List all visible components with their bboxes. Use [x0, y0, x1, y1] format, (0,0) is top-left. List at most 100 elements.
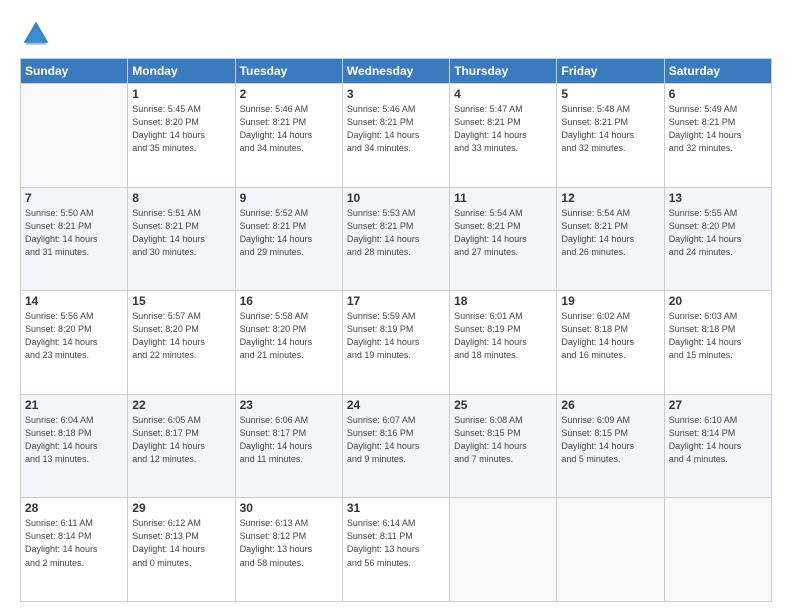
- day-info: Sunrise: 5:59 AM Sunset: 8:19 PM Dayligh…: [347, 310, 445, 362]
- calendar-cell: 22 Sunrise: 6:05 AM Sunset: 8:17 PM Dayli…: [128, 394, 235, 498]
- calendar-cell: 26 Sunrise: 6:09 AM Sunset: 8:15 PM Dayli…: [557, 394, 664, 498]
- calendar-cell: 17 Sunrise: 5:59 AM Sunset: 8:19 PM Dayli…: [342, 291, 449, 395]
- day-info: Sunrise: 5:52 AM Sunset: 8:21 PM Dayligh…: [240, 207, 338, 259]
- calendar-cell: 4 Sunrise: 5:47 AM Sunset: 8:21 PM Daylig…: [450, 84, 557, 188]
- day-number: 14: [25, 294, 123, 308]
- calendar-cell: 28Sunrise: 6:11 AM Sunset: 8:14 PM Dayli…: [21, 498, 128, 602]
- calendar-week-row-5: 28Sunrise: 6:11 AM Sunset: 8:14 PM Dayli…: [21, 498, 772, 602]
- day-info: Sunrise: 6:07 AM Sunset: 8:16 PM Dayligh…: [347, 414, 445, 466]
- calendar-cell: 5 Sunrise: 5:48 AM Sunset: 8:21 PM Daylig…: [557, 84, 664, 188]
- calendar-cell: 16 Sunrise: 5:58 AM Sunset: 8:20 PM Dayli…: [235, 291, 342, 395]
- calendar-cell: 20 Sunrise: 6:03 AM Sunset: 8:18 PM Dayli…: [664, 291, 771, 395]
- day-number: 25: [454, 398, 552, 412]
- calendar-cell: 15Sunrise: 5:57 AM Sunset: 8:20 PM Dayli…: [128, 291, 235, 395]
- day-info: Sunrise: 5:54 AM Sunset: 8:21 PM Dayligh…: [454, 207, 552, 259]
- calendar-cell: 10Sunrise: 5:53 AM Sunset: 8:21 PM Dayli…: [342, 187, 449, 291]
- day-number: 31: [347, 501, 445, 515]
- day-number: 26: [561, 398, 659, 412]
- day-info: Sunrise: 5:55 AM Sunset: 8:20 PM Dayligh…: [669, 207, 767, 259]
- day-info: Sunrise: 5:46 AM Sunset: 8:21 PM Dayligh…: [347, 103, 445, 155]
- calendar-cell: 12 Sunrise: 5:54 AM Sunset: 8:21 PM Dayli…: [557, 187, 664, 291]
- day-number: 3: [347, 87, 445, 101]
- day-number: 12: [561, 191, 659, 205]
- day-number: 4: [454, 87, 552, 101]
- day-number: 5: [561, 87, 659, 101]
- day-number: 13: [669, 191, 767, 205]
- calendar-week-row-1: 1 Sunrise: 5:45 AM Sunset: 8:20 PM Daylig…: [21, 84, 772, 188]
- day-number: 2: [240, 87, 338, 101]
- day-number: 28: [25, 501, 123, 515]
- weekday-header-thursday: Thursday: [450, 59, 557, 84]
- day-info: Sunrise: 6:06 AM Sunset: 8:17 PM Dayligh…: [240, 414, 338, 466]
- calendar-cell: 21 Sunrise: 6:04 AM Sunset: 8:18 PM Dayli…: [21, 394, 128, 498]
- weekday-header-saturday: Saturday: [664, 59, 771, 84]
- day-info: Sunrise: 6:05 AM Sunset: 8:17 PM Dayligh…: [132, 414, 230, 466]
- weekday-header-friday: Friday: [557, 59, 664, 84]
- day-info: Sunrise: 6:03 AM Sunset: 8:18 PM Dayligh…: [669, 310, 767, 362]
- day-info: Sunrise: 6:04 AM Sunset: 8:18 PM Dayligh…: [25, 414, 123, 466]
- calendar-cell: 6 Sunrise: 5:49 AM Sunset: 8:21 PM Daylig…: [664, 84, 771, 188]
- calendar-cell: [664, 498, 771, 602]
- calendar-cell: 23 Sunrise: 6:06 AM Sunset: 8:17 PM Dayli…: [235, 394, 342, 498]
- calendar-cell: 8Sunrise: 5:51 AM Sunset: 8:21 PM Daylig…: [128, 187, 235, 291]
- day-info: Sunrise: 6:02 AM Sunset: 8:18 PM Dayligh…: [561, 310, 659, 362]
- calendar-cell: 1 Sunrise: 5:45 AM Sunset: 8:20 PM Daylig…: [128, 84, 235, 188]
- calendar-cell: [557, 498, 664, 602]
- day-info: Sunrise: 6:01 AM Sunset: 8:19 PM Dayligh…: [454, 310, 552, 362]
- day-number: 20: [669, 294, 767, 308]
- day-number: 10: [347, 191, 445, 205]
- day-number: 17: [347, 294, 445, 308]
- weekday-header-tuesday: Tuesday: [235, 59, 342, 84]
- day-info: Sunrise: 6:09 AM Sunset: 8:15 PM Dayligh…: [561, 414, 659, 466]
- calendar-cell: 24 Sunrise: 6:07 AM Sunset: 8:16 PM Dayli…: [342, 394, 449, 498]
- day-number: 24: [347, 398, 445, 412]
- calendar-cell: 25 Sunrise: 6:08 AM Sunset: 8:15 PM Dayli…: [450, 394, 557, 498]
- day-info: Sunrise: 5:58 AM Sunset: 8:20 PM Dayligh…: [240, 310, 338, 362]
- weekday-header-wednesday: Wednesday: [342, 59, 449, 84]
- day-number: 27: [669, 398, 767, 412]
- day-info: Sunrise: 5:47 AM Sunset: 8:21 PM Dayligh…: [454, 103, 552, 155]
- day-info: Sunrise: 6:08 AM Sunset: 8:15 PM Dayligh…: [454, 414, 552, 466]
- calendar-cell: 9 Sunrise: 5:52 AM Sunset: 8:21 PM Daylig…: [235, 187, 342, 291]
- calendar-cell: 7 Sunrise: 5:50 AM Sunset: 8:21 PM Daylig…: [21, 187, 128, 291]
- day-number: 16: [240, 294, 338, 308]
- calendar-cell: 11 Sunrise: 5:54 AM Sunset: 8:21 PM Dayli…: [450, 187, 557, 291]
- day-info: Sunrise: 5:56 AM Sunset: 8:20 PM Dayligh…: [25, 310, 123, 362]
- calendar-cell: 29 Sunrise: 6:12 AM Sunset: 8:13 PM Dayli…: [128, 498, 235, 602]
- day-info: Sunrise: 5:51 AM Sunset: 8:21 PM Dayligh…: [132, 207, 230, 259]
- day-info: Sunrise: 6:13 AM Sunset: 8:12 PM Dayligh…: [240, 517, 338, 569]
- page: SundayMondayTuesdayWednesdayThursdayFrid…: [0, 0, 792, 612]
- day-number: 7: [25, 191, 123, 205]
- day-info: Sunrise: 6:12 AM Sunset: 8:13 PM Dayligh…: [132, 517, 230, 569]
- day-info: Sunrise: 5:48 AM Sunset: 8:21 PM Dayligh…: [561, 103, 659, 155]
- calendar-cell: 19 Sunrise: 6:02 AM Sunset: 8:18 PM Dayli…: [557, 291, 664, 395]
- logo: [20, 18, 56, 50]
- header: [20, 18, 772, 50]
- day-number: 21: [25, 398, 123, 412]
- day-info: Sunrise: 5:45 AM Sunset: 8:20 PM Dayligh…: [132, 103, 230, 155]
- day-number: 1: [132, 87, 230, 101]
- calendar-cell: 31Sunrise: 6:14 AM Sunset: 8:11 PM Dayli…: [342, 498, 449, 602]
- calendar-cell: 13 Sunrise: 5:55 AM Sunset: 8:20 PM Dayli…: [664, 187, 771, 291]
- calendar-cell: 27 Sunrise: 6:10 AM Sunset: 8:14 PM Dayli…: [664, 394, 771, 498]
- calendar-cell: 30 Sunrise: 6:13 AM Sunset: 8:12 PM Dayli…: [235, 498, 342, 602]
- day-number: 11: [454, 191, 552, 205]
- day-number: 29: [132, 501, 230, 515]
- calendar-week-row-2: 7 Sunrise: 5:50 AM Sunset: 8:21 PM Daylig…: [21, 187, 772, 291]
- day-info: Sunrise: 5:50 AM Sunset: 8:21 PM Dayligh…: [25, 207, 123, 259]
- day-info: Sunrise: 5:54 AM Sunset: 8:21 PM Dayligh…: [561, 207, 659, 259]
- day-number: 22: [132, 398, 230, 412]
- day-info: Sunrise: 5:49 AM Sunset: 8:21 PM Dayligh…: [669, 103, 767, 155]
- calendar-table: SundayMondayTuesdayWednesdayThursdayFrid…: [20, 58, 772, 602]
- logo-icon: [20, 18, 52, 50]
- day-number: 30: [240, 501, 338, 515]
- weekday-header-monday: Monday: [128, 59, 235, 84]
- day-number: 6: [669, 87, 767, 101]
- day-info: Sunrise: 6:10 AM Sunset: 8:14 PM Dayligh…: [669, 414, 767, 466]
- weekday-header-sunday: Sunday: [21, 59, 128, 84]
- weekday-header-row: SundayMondayTuesdayWednesdayThursdayFrid…: [21, 59, 772, 84]
- day-number: 23: [240, 398, 338, 412]
- day-number: 9: [240, 191, 338, 205]
- calendar-cell: 14 Sunrise: 5:56 AM Sunset: 8:20 PM Dayli…: [21, 291, 128, 395]
- day-number: 19: [561, 294, 659, 308]
